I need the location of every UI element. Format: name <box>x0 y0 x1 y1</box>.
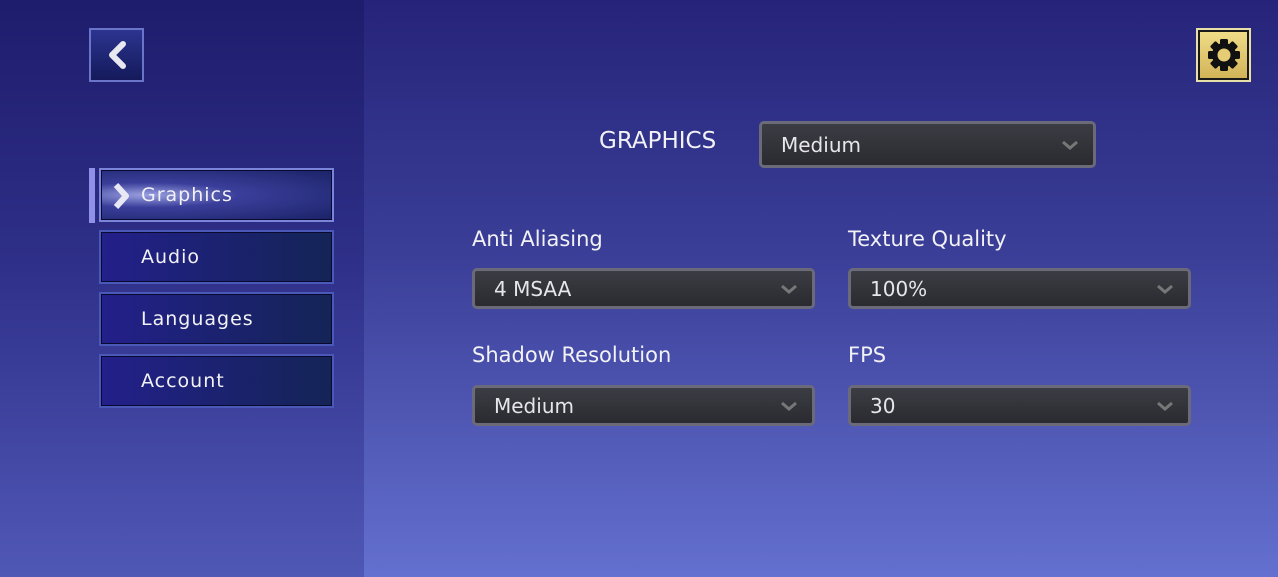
fps-dropdown[interactable]: 30 <box>848 385 1191 426</box>
shadow-resolution-dropdown[interactable]: Medium <box>472 385 815 426</box>
chevron-down-icon <box>1157 401 1173 411</box>
dropdown-value: Medium <box>781 132 861 157</box>
texture-quality-label: Texture Quality <box>848 227 1007 251</box>
dropdown-value: 4 MSAA <box>494 276 572 301</box>
fps-label: FPS <box>848 343 887 367</box>
graphics-preset-dropdown[interactable]: Medium <box>759 121 1096 168</box>
settings-button[interactable] <box>1196 28 1251 82</box>
anti-aliasing-label: Anti Aliasing <box>472 227 603 251</box>
back-button[interactable] <box>89 28 144 82</box>
sidebar-item-audio[interactable]: Audio <box>99 230 334 284</box>
chevron-down-icon <box>1157 284 1173 294</box>
gear-icon <box>1207 39 1240 71</box>
dropdown-value: Medium <box>494 393 574 418</box>
sidebar-item-label: Languages <box>141 308 254 330</box>
graphics-preset-label: GRAPHICS <box>599 128 717 154</box>
sidebar-item-languages[interactable]: Languages <box>99 292 334 346</box>
chevron-down-icon <box>781 401 797 411</box>
sidebar-panel <box>0 0 364 577</box>
sidebar-item-graphics[interactable]: Graphics <box>99 168 334 222</box>
dropdown-value: 30 <box>870 393 896 418</box>
chevron-down-icon <box>1062 140 1078 150</box>
texture-quality-dropdown[interactable]: 100% <box>848 268 1191 309</box>
active-indicator <box>89 168 95 223</box>
chevron-right-icon <box>113 182 129 210</box>
sidebar-item-label: Account <box>141 370 225 392</box>
dropdown-value: 100% <box>870 276 928 301</box>
chevron-left-icon <box>108 41 126 69</box>
sidebar-item-account[interactable]: Account <box>99 354 334 408</box>
sidebar-item-label: Audio <box>141 246 201 268</box>
chevron-down-icon <box>781 284 797 294</box>
anti-aliasing-dropdown[interactable]: 4 MSAA <box>472 268 815 309</box>
sidebar-item-label: Graphics <box>141 184 233 206</box>
shadow-resolution-label: Shadow Resolution <box>472 343 672 367</box>
